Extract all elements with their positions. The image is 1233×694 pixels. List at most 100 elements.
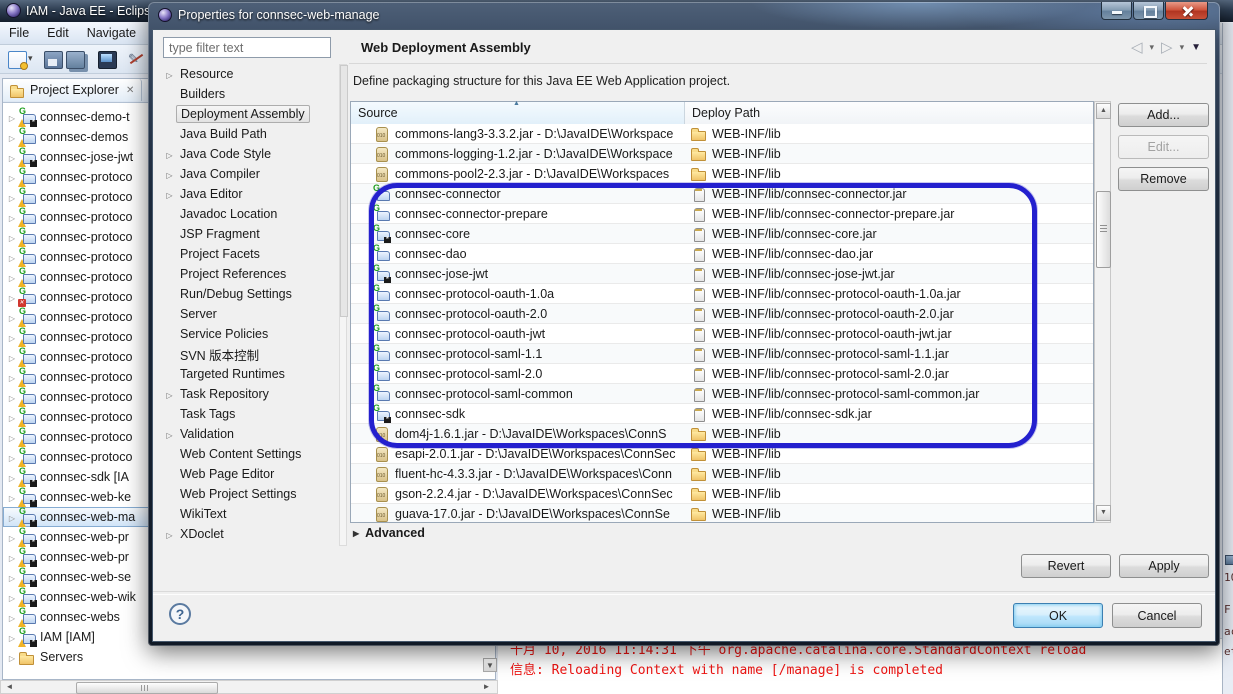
expand-arrow-icon[interactable] [6,128,18,146]
view-menu-icon[interactable]: ▼ [1191,42,1201,53]
scrollbar-thumb[interactable] [1096,191,1111,268]
column-header-deploy-path[interactable]: Deploy Path [685,102,1093,124]
expand-arrow-icon[interactable] [163,265,176,283]
properties-nav-item[interactable]: Task Repository [163,384,335,404]
help-button[interactable]: ? [169,603,191,625]
table-row[interactable]: connsec-protocol-oauth-jwt WEB-INF/lib/c… [351,324,1093,344]
properties-nav-item[interactable]: Web Project Settings [163,484,335,504]
nav-scrollbar[interactable] [339,64,347,546]
remove-button[interactable]: Remove [1118,167,1209,191]
pen-icon[interactable] [128,51,145,67]
properties-nav-item[interactable]: Targeted Runtimes [163,364,335,384]
properties-nav-item[interactable]: Web Page Editor [163,464,335,484]
scroll-up-icon[interactable] [1096,103,1111,119]
properties-nav-item[interactable]: Java Code Style [163,144,335,164]
table-row[interactable]: connsec-connector WEB-INF/lib/connsec-co… [351,184,1093,204]
properties-nav-item[interactable]: Java Compiler [163,164,335,184]
expand-arrow-icon[interactable] [163,225,176,243]
expand-arrow-icon[interactable] [6,188,18,206]
expand-arrow-icon[interactable] [163,405,176,423]
properties-nav-item[interactable]: Java Editor [163,184,335,204]
expand-arrow-icon[interactable] [6,168,18,186]
maximize-button[interactable] [1133,2,1164,20]
properties-nav-item[interactable]: Service Policies [163,324,335,344]
expand-arrow-icon[interactable] [163,305,176,323]
expand-arrow-icon[interactable] [163,525,176,543]
table-vertical-scrollbar[interactable] [1094,101,1111,523]
table-row[interactable]: connsec-protocol-oauth-2.0 WEB-INF/lib/c… [351,304,1093,324]
expand-arrow-icon[interactable] [6,508,18,526]
expand-arrow-icon[interactable] [163,85,176,103]
expand-arrow-icon[interactable] [6,408,18,426]
properties-nav-item[interactable]: Task Tags [163,404,335,424]
expand-arrow-icon[interactable] [6,588,18,606]
save-icon[interactable] [44,51,63,69]
expand-arrow-icon[interactable] [163,385,176,403]
console-icon[interactable] [98,51,117,69]
explorer-horizontal-scrollbar[interactable] [0,680,498,694]
expand-arrow-icon[interactable] [163,345,176,363]
table-row[interactable]: fluent-hc-4.3.3.jar - D:\JavaIDE\Workspa… [351,464,1093,484]
table-row[interactable]: connsec-sdk WEB-INF/lib/connsec-sdk.jar [351,404,1093,424]
properties-nav-item[interactable]: Deployment Assembly [163,104,335,124]
expand-arrow-icon[interactable] [6,308,18,326]
properties-nav-item[interactable]: Javadoc Location [163,204,335,224]
table-row[interactable]: dom4j-1.6.1.jar - D:\JavaIDE\Workspaces\… [351,424,1093,444]
table-row[interactable]: commons-pool2-2.3.jar - D:\JavaIDE\Works… [351,164,1093,184]
expand-arrow-icon[interactable] [163,325,176,343]
properties-nav-item[interactable]: Java Build Path [163,124,335,144]
save-all-icon[interactable] [66,51,85,69]
expand-arrow-icon[interactable] [163,365,176,383]
expand-arrow-icon[interactable] [6,488,18,506]
table-row[interactable]: connsec-protocol-saml-common WEB-INF/lib… [351,384,1093,404]
expand-arrow-icon[interactable] [163,125,176,143]
table-row[interactable]: connsec-protocol-saml-2.0 WEB-INF/lib/co… [351,364,1093,384]
scrollbar-thumb[interactable] [76,682,218,694]
expand-arrow-icon[interactable] [163,165,176,183]
properties-nav-item[interactable]: Resource [163,64,335,84]
expand-arrow-icon[interactable] [6,148,18,166]
expand-arrow-icon[interactable] [6,528,18,546]
properties-nav-item[interactable]: WikiText [163,504,335,524]
expand-arrow-icon[interactable] [6,648,18,666]
expand-arrow-icon[interactable] [163,185,176,203]
close-icon[interactable] [126,85,134,96]
expand-arrow-icon[interactable] [6,468,18,486]
expand-arrow-icon[interactable] [6,608,18,626]
table-row[interactable]: esapi-2.0.1.jar - D:\JavaIDE\Workspaces\… [351,444,1093,464]
table-row[interactable]: connsec-protocol-oauth-1.0a WEB-INF/lib/… [351,284,1093,304]
expand-arrow-icon[interactable] [6,108,18,126]
table-row[interactable]: guava-17.0.jar - D:\JavaIDE\Workspaces\C… [351,504,1093,522]
table-row[interactable]: gson-2.2.4.jar - D:\JavaIDE\Workspaces\C… [351,484,1093,504]
expand-arrow-icon[interactable] [163,465,176,483]
expand-arrow-icon[interactable] [163,505,176,523]
explorer-scroll-down-icon[interactable] [483,658,497,672]
menu-item[interactable]: Navigate [78,26,145,40]
properties-nav-item[interactable]: Project References [163,264,335,284]
expand-arrow-icon[interactable] [163,485,176,503]
explorer-tree-item[interactable]: Servers [3,647,495,667]
table-row[interactable]: connsec-core WEB-INF/lib/connsec-core.ja… [351,224,1093,244]
menu-item[interactable]: File [0,26,38,40]
add-button[interactable]: Add... [1118,103,1209,127]
expand-arrow-icon[interactable] [6,548,18,566]
close-button[interactable] [1165,2,1208,20]
properties-nav-item[interactable]: Project Facets [163,244,335,264]
expand-arrow-icon[interactable] [163,285,176,303]
properties-nav-item[interactable]: Run/Debug Settings [163,284,335,304]
table-row[interactable]: commons-lang3-3.3.2.jar - D:\JavaIDE\Wor… [351,124,1093,144]
expand-arrow-icon[interactable] [163,65,176,83]
expand-arrow-icon[interactable] [6,428,18,446]
table-row[interactable]: connsec-jose-jwt WEB-INF/lib/connsec-jos… [351,264,1093,284]
table-row[interactable]: commons-logging-1.2.jar - D:\JavaIDE\Wor… [351,144,1093,164]
properties-nav-item[interactable]: Validation [163,424,335,444]
menu-item[interactable]: Edit [38,26,78,40]
expand-arrow-icon[interactable] [6,288,18,306]
properties-nav-item[interactable]: SVN 版本控制 [163,344,335,364]
properties-nav-item[interactable]: Builders [163,84,335,104]
table-row[interactable]: connsec-connector-prepare WEB-INF/lib/co… [351,204,1093,224]
revert-button[interactable]: Revert [1021,554,1111,578]
scroll-right-icon[interactable] [480,682,493,692]
properties-nav-item[interactable]: JSP Fragment [163,224,335,244]
cancel-button[interactable]: Cancel [1112,603,1202,628]
